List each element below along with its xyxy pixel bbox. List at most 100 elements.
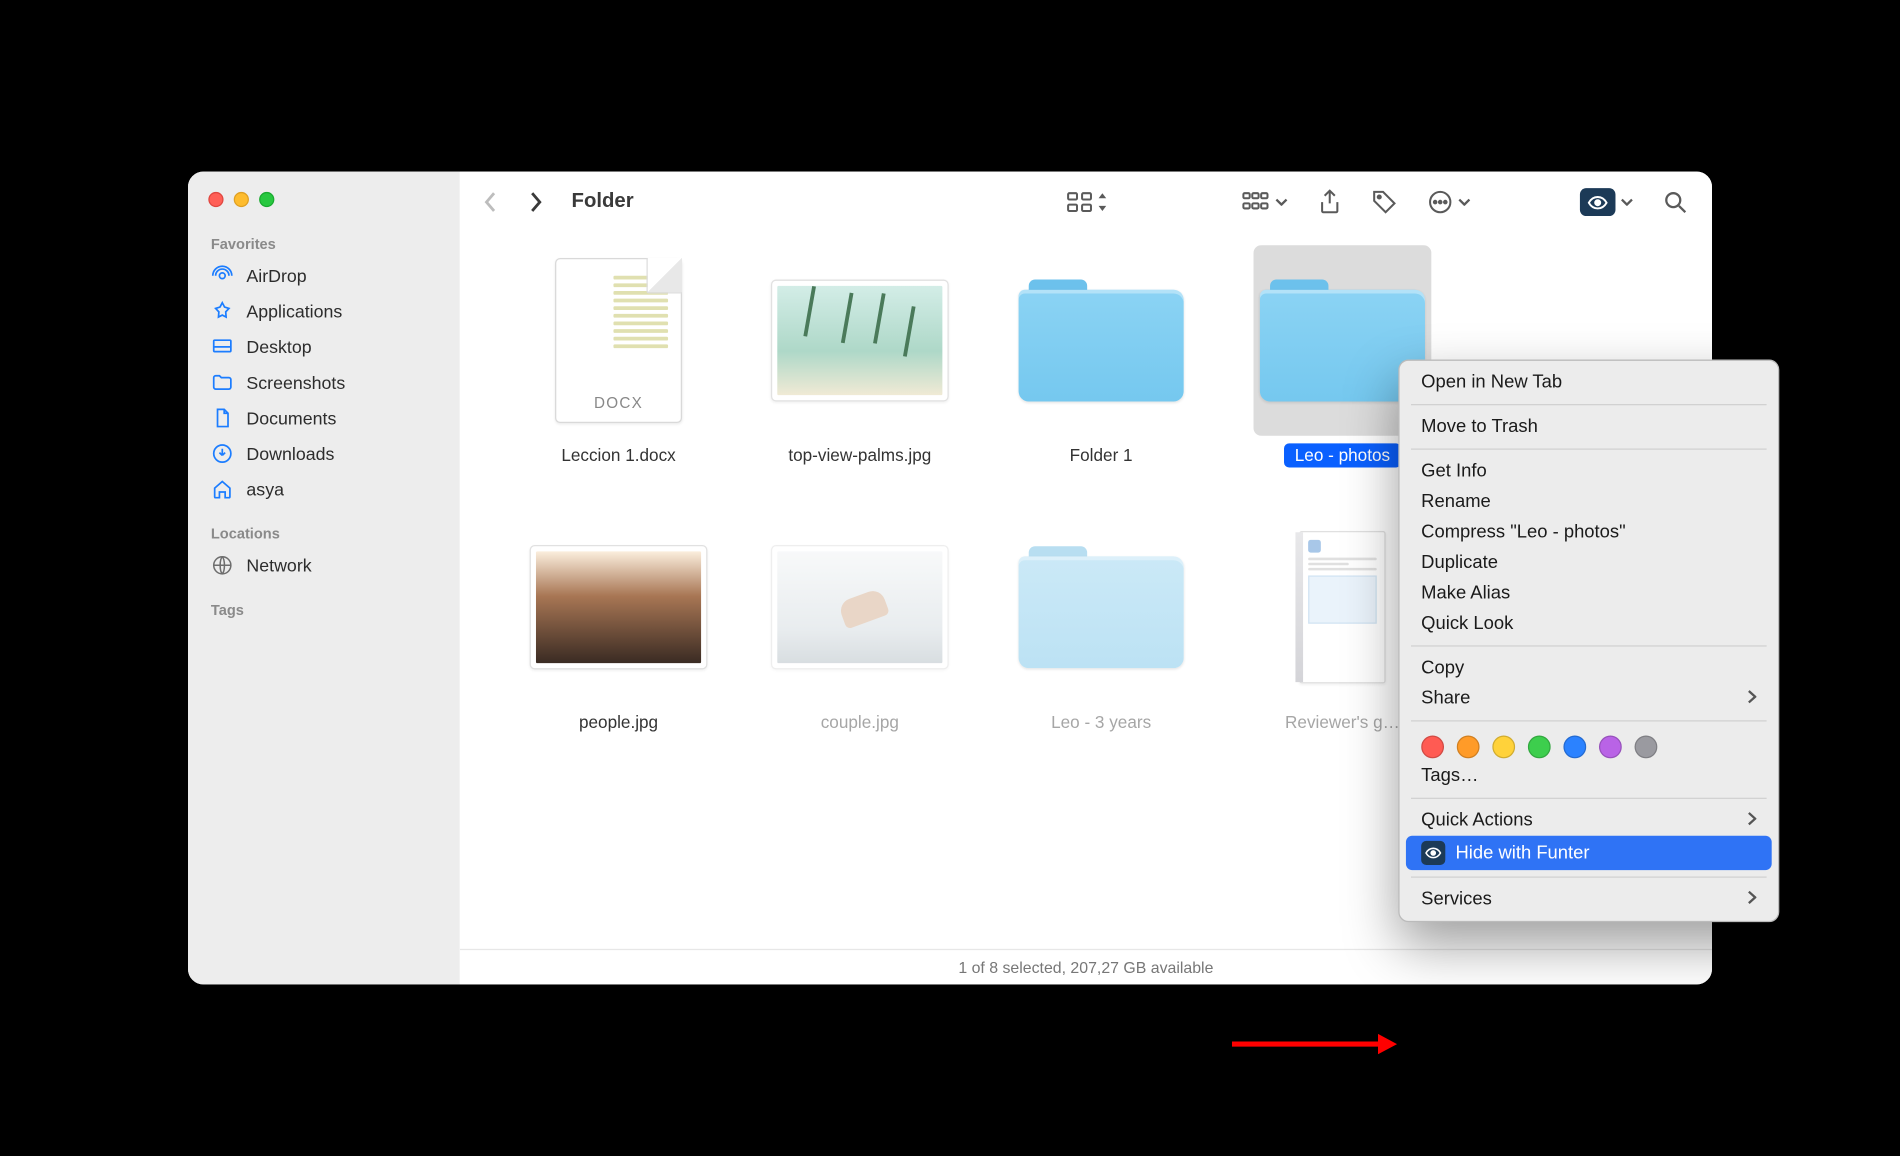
close-window-button[interactable] xyxy=(208,192,223,207)
file-label: Reviewer's g… xyxy=(1275,710,1410,734)
chevron-right-icon xyxy=(1748,889,1757,909)
sidebar-section-tags: Tags xyxy=(201,596,447,624)
tag-color-gray[interactable] xyxy=(1635,735,1658,758)
menu-copy[interactable]: Copy xyxy=(1406,653,1772,683)
sidebar-item-screenshots[interactable]: Screenshots xyxy=(201,365,447,401)
menu-make-alias[interactable]: Make Alias xyxy=(1406,578,1772,608)
more-actions-button[interactable] xyxy=(1420,184,1478,220)
menu-compress[interactable]: Compress "Leo - photos" xyxy=(1406,517,1772,547)
sidebar-section-locations: Locations xyxy=(201,520,447,548)
menu-get-info[interactable]: Get Info xyxy=(1406,456,1772,486)
back-button[interactable] xyxy=(478,188,506,216)
file-label: top-view-palms.jpg xyxy=(778,443,941,467)
tag-color-purple[interactable] xyxy=(1599,735,1622,758)
finder-window: Favorites AirDrop Applications Desktop S… xyxy=(188,172,1712,985)
sidebar-item-downloads[interactable]: Downloads xyxy=(201,436,447,472)
context-menu: Open in New Tab Move to Trash Get Info R… xyxy=(1398,360,1779,923)
menu-duplicate[interactable]: Duplicate xyxy=(1406,548,1772,578)
menu-tag-colors xyxy=(1406,728,1772,761)
share-button[interactable] xyxy=(1311,184,1349,220)
tag-color-green[interactable] xyxy=(1528,735,1551,758)
file-label: Leccion 1.docx xyxy=(551,443,686,467)
file-label: Folder 1 xyxy=(1060,443,1143,467)
status-bar: 1 of 8 selected, 207,27 GB available xyxy=(460,949,1712,985)
tags-button[interactable] xyxy=(1364,184,1405,220)
chevron-right-icon xyxy=(1748,810,1757,830)
sidebar-item-label: asya xyxy=(246,479,284,499)
sidebar-item-label: Screenshots xyxy=(246,372,345,392)
docx-thumbnail-icon: DOCX xyxy=(555,258,682,423)
network-icon xyxy=(211,554,234,577)
sidebar-item-label: Network xyxy=(246,555,311,575)
file-label: Leo - photos xyxy=(1285,443,1401,467)
tag-color-yellow[interactable] xyxy=(1492,735,1515,758)
sidebar-item-applications[interactable]: Applications xyxy=(201,294,447,330)
image-thumbnail-icon xyxy=(771,280,949,402)
folder-thumbnail-icon xyxy=(1019,546,1184,668)
status-text: 1 of 8 selected, 207,27 GB available xyxy=(958,958,1213,976)
image-thumbnail-icon xyxy=(530,545,708,669)
sidebar-item-airdrop[interactable]: AirDrop xyxy=(201,258,447,294)
minimize-window-button[interactable] xyxy=(234,192,249,207)
menu-open-new-tab[interactable]: Open in New Tab xyxy=(1406,367,1772,397)
tag-color-red[interactable] xyxy=(1421,735,1444,758)
search-button[interactable] xyxy=(1656,186,1694,219)
file-item[interactable]: DOCX Leccion 1.docx xyxy=(498,245,739,512)
applications-icon xyxy=(211,300,234,323)
window-title: Folder xyxy=(572,191,634,214)
forward-button[interactable] xyxy=(521,188,549,216)
file-item[interactable]: couple.jpg xyxy=(739,512,980,779)
tag-color-blue[interactable] xyxy=(1563,735,1586,758)
toolbar: Folder xyxy=(460,172,1712,233)
group-by-button[interactable] xyxy=(1234,187,1295,217)
folder-thumbnail-icon xyxy=(1019,280,1184,402)
airdrop-icon xyxy=(211,264,234,287)
folder-icon xyxy=(211,371,234,394)
window-controls xyxy=(201,189,447,230)
file-item[interactable]: Folder 1 xyxy=(980,245,1221,512)
sidebar: Favorites AirDrop Applications Desktop S… xyxy=(188,172,460,985)
menu-separator xyxy=(1411,876,1767,877)
sidebar-section-favorites: Favorites xyxy=(201,230,447,258)
menu-rename[interactable]: Rename xyxy=(1406,487,1772,517)
sidebar-item-label: Downloads xyxy=(246,443,334,463)
sidebar-item-label: Applications xyxy=(246,301,342,321)
tag-color-orange[interactable] xyxy=(1457,735,1480,758)
chevron-right-icon xyxy=(1748,688,1757,708)
file-label: Leo - 3 years xyxy=(1041,710,1161,734)
file-type-badge: DOCX xyxy=(556,394,680,412)
menu-quick-actions[interactable]: Quick Actions xyxy=(1406,805,1772,835)
sidebar-item-documents[interactable]: Documents xyxy=(201,400,447,436)
menu-separator xyxy=(1411,448,1767,449)
funter-toolbar-button[interactable] xyxy=(1572,183,1641,221)
funter-icon xyxy=(1421,841,1445,865)
file-item[interactable]: top-view-palms.jpg xyxy=(739,245,980,512)
menu-quick-look[interactable]: Quick Look xyxy=(1406,608,1772,638)
menu-separator xyxy=(1411,645,1767,646)
sidebar-item-label: Documents xyxy=(246,408,336,428)
file-item[interactable]: Leo - 3 years xyxy=(980,512,1221,779)
desktop-icon xyxy=(211,335,234,358)
sidebar-item-label: Desktop xyxy=(246,337,311,357)
menu-move-to-trash[interactable]: Move to Trash xyxy=(1406,412,1772,442)
home-icon xyxy=(211,478,234,501)
sidebar-item-home[interactable]: asya xyxy=(201,471,447,507)
sidebar-item-network[interactable]: Network xyxy=(201,548,447,584)
annotation-arrow xyxy=(1232,1034,1397,1061)
downloads-icon xyxy=(211,442,234,465)
menu-tags[interactable]: Tags… xyxy=(1406,761,1772,791)
menu-share[interactable]: Share xyxy=(1406,683,1772,713)
menu-services[interactable]: Services xyxy=(1406,884,1772,914)
menu-separator xyxy=(1411,404,1767,405)
funter-icon xyxy=(1580,188,1616,216)
pdf-thumbnail-icon xyxy=(1299,531,1385,683)
menu-hide-with-funter[interactable]: Hide with Funter xyxy=(1406,836,1772,870)
document-icon xyxy=(211,407,234,430)
zoom-window-button[interactable] xyxy=(259,192,274,207)
menu-separator xyxy=(1411,798,1767,799)
file-item[interactable]: people.jpg xyxy=(498,512,739,779)
menu-separator xyxy=(1411,720,1767,721)
image-thumbnail-icon xyxy=(771,545,949,669)
view-mode-button[interactable] xyxy=(1059,186,1115,219)
sidebar-item-desktop[interactable]: Desktop xyxy=(201,329,447,365)
